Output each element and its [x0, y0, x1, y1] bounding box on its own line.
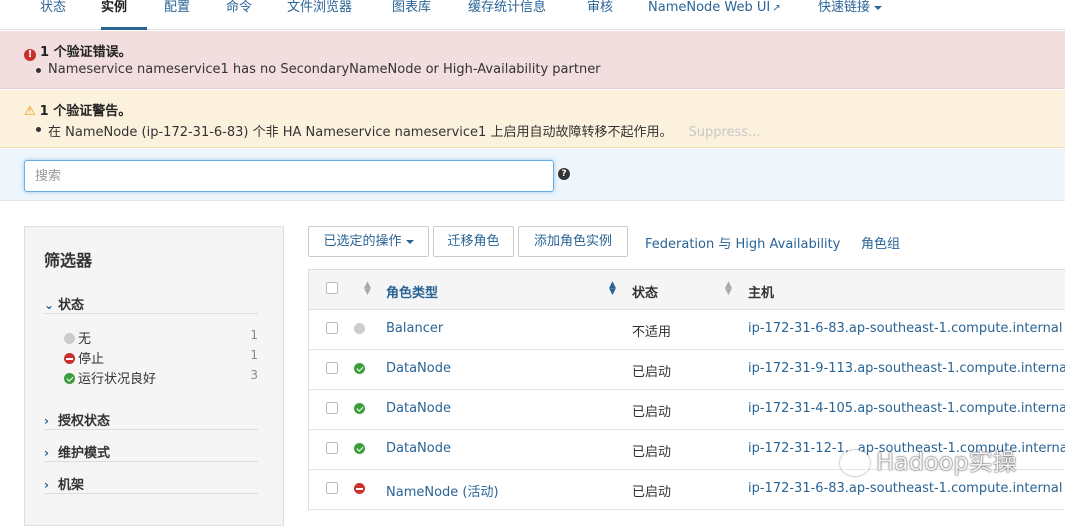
chevron-down-icon: ⌄ [44, 298, 55, 312]
role-link[interactable]: NameNode (活动) [386, 481, 499, 500]
search-bar: ? [0, 149, 1065, 201]
row-checkbox[interactable] [326, 362, 338, 374]
header-role-type[interactable]: 角色类型 [386, 282, 438, 301]
caret-down-icon [874, 5, 883, 10]
filter-item-good-health[interactable]: 运行状况良好 3 [64, 368, 258, 387]
good-health-icon [354, 363, 365, 374]
filter-section-status[interactable]: ⌄ 状态 [44, 294, 258, 314]
good-health-icon [354, 403, 365, 414]
tab-audits[interactable]: 审核 [587, 0, 613, 30]
help-icon[interactable]: ? [558, 168, 570, 180]
select-all-checkbox[interactable] [326, 282, 338, 294]
error-icon: ! [24, 49, 36, 61]
filter-section-rack[interactable]: › 机架 [44, 474, 258, 494]
tab-cache-stats[interactable]: 缓存统计信息 [468, 0, 546, 30]
filter-title: 筛选器 [44, 251, 93, 270]
suppress-link[interactable]: Suppress... [688, 125, 760, 140]
federation-ha-link[interactable]: Federation 与 High Availability [645, 233, 840, 252]
filter-count: 1 [250, 348, 258, 362]
tab-configuration[interactable]: 配置 [164, 0, 190, 30]
table-row: DataNode 已启动 ip-172-31-9-113.ap-southeas… [309, 350, 1065, 390]
filter-count: 1 [250, 328, 258, 342]
role-link[interactable]: DataNode [386, 401, 451, 416]
caret-down-icon [405, 239, 414, 244]
role-state: 已启动 [632, 445, 672, 460]
role-state: 已启动 [632, 485, 672, 500]
row-checkbox[interactable] [326, 482, 338, 494]
wechat-logo-icon [840, 450, 870, 476]
top-nav: 状态 实例 配置 命令 文件浏览器 图表库 缓存统计信息 审核 NameNode… [0, 0, 1065, 30]
host-link[interactable]: ip-172-31-6-83.ap-southeast-1.compute.in… [748, 321, 1062, 336]
role-link[interactable]: DataNode [386, 361, 451, 376]
status-none-icon [64, 333, 75, 344]
error-alert-title: ! 1 个验证错误。 [24, 41, 132, 61]
row-checkbox[interactable] [326, 402, 338, 414]
validation-warning-alert: ⚠ 1 个验证警告。 在 NameNode (ip-172-31-6-83) 个非… [0, 90, 1065, 148]
selected-actions-button[interactable]: 已选定的操作 [308, 226, 429, 257]
sort-icon[interactable]: ▲ ▼ [364, 281, 371, 297]
external-link-icon: ↗ [772, 3, 781, 14]
tab-chart-library[interactable]: 图表库 [392, 0, 431, 30]
validation-error-alert: ! 1 个验证错误。 Nameservice nameservice1 has n… [0, 31, 1065, 89]
role-state: 不适用 [632, 325, 672, 340]
header-host[interactable]: 主机 [748, 282, 774, 301]
host-link[interactable]: ip-172-31-6-83.ap-southeast-1.compute.in… [748, 481, 1062, 496]
row-checkbox[interactable] [326, 322, 338, 334]
migrate-roles-button[interactable]: 迁移角色 [433, 226, 514, 257]
role-link[interactable]: Balancer [386, 321, 443, 336]
chevron-right-icon: › [44, 478, 49, 492]
chevron-right-icon: › [44, 414, 49, 428]
table-row: Balancer 不适用 ip-172-31-6-83.ap-southeast… [309, 310, 1065, 350]
tab-namenode-web-ui[interactable]: NameNode Web UI ↗ [648, 0, 781, 30]
table-header: ▲ ▼ 角色类型 ▲ ▼ 状态 ▲ ▼ 主机 [309, 270, 1065, 310]
tab-commands[interactable]: 命令 [226, 0, 252, 30]
role-state: 已启动 [632, 405, 672, 420]
status-none-icon [354, 323, 365, 334]
header-state[interactable]: 状态 [632, 282, 658, 301]
host-link[interactable]: ip-172-31-9-113.ap-southeast-1.compute.i… [748, 361, 1065, 376]
error-alert-item: Nameservice nameservice1 has no Secondar… [36, 62, 601, 77]
filter-item-stopped[interactable]: 停止 1 [64, 348, 258, 367]
tab-quick-links[interactable]: 快速链接 [818, 0, 883, 30]
add-role-instances-button[interactable]: 添加角色实例 [518, 226, 628, 257]
tab-instances[interactable]: 实例 [101, 0, 147, 30]
filter-section-commission-state[interactable]: › 授权状态 [44, 410, 258, 430]
good-health-icon [354, 443, 365, 454]
tab-file-browser[interactable]: 文件浏览器 [287, 0, 352, 30]
role-link[interactable]: DataNode [386, 441, 451, 456]
row-checkbox[interactable] [326, 442, 338, 454]
sort-icon[interactable]: ▲ ▼ [609, 281, 616, 297]
sort-icon[interactable]: ▲ ▼ [725, 281, 732, 297]
warning-alert-title: ⚠ 1 个验证警告。 [24, 104, 132, 119]
filter-item-none[interactable]: 无1 [64, 328, 258, 347]
stopped-icon [64, 353, 75, 364]
table-row: DataNode 已启动 ip-172-31-4-105.ap-southeas… [309, 390, 1065, 430]
stopped-icon [354, 483, 365, 494]
tab-namenode-web-ui-label: NameNode Web UI [648, 0, 771, 15]
search-input[interactable] [24, 160, 554, 192]
warning-icon: ⚠ [24, 104, 36, 119]
tab-status[interactable]: 状态 [40, 0, 66, 30]
good-health-icon [64, 373, 75, 384]
filter-panel: 筛选器 ⌄ 状态 无1 停止 1 运行状况良好 3 › 授权状态 › 维护模式 › 机架 [24, 226, 284, 526]
filter-section-maintenance-mode[interactable]: › 维护模式 [44, 442, 258, 462]
watermark: Hadoop实操 [840, 442, 1017, 478]
chevron-right-icon: › [44, 446, 49, 460]
role-groups-link[interactable]: 角色组 [861, 233, 900, 252]
role-state: 已启动 [632, 365, 672, 380]
host-link[interactable]: ip-172-31-4-105.ap-southeast-1.compute.i… [748, 401, 1065, 416]
tab-quick-links-label: 快速链接 [818, 0, 871, 15]
warning-alert-item: 在 NameNode (ip-172-31-6-83) 个非 HA Namese… [35, 121, 760, 140]
filter-count: 3 [250, 368, 258, 382]
